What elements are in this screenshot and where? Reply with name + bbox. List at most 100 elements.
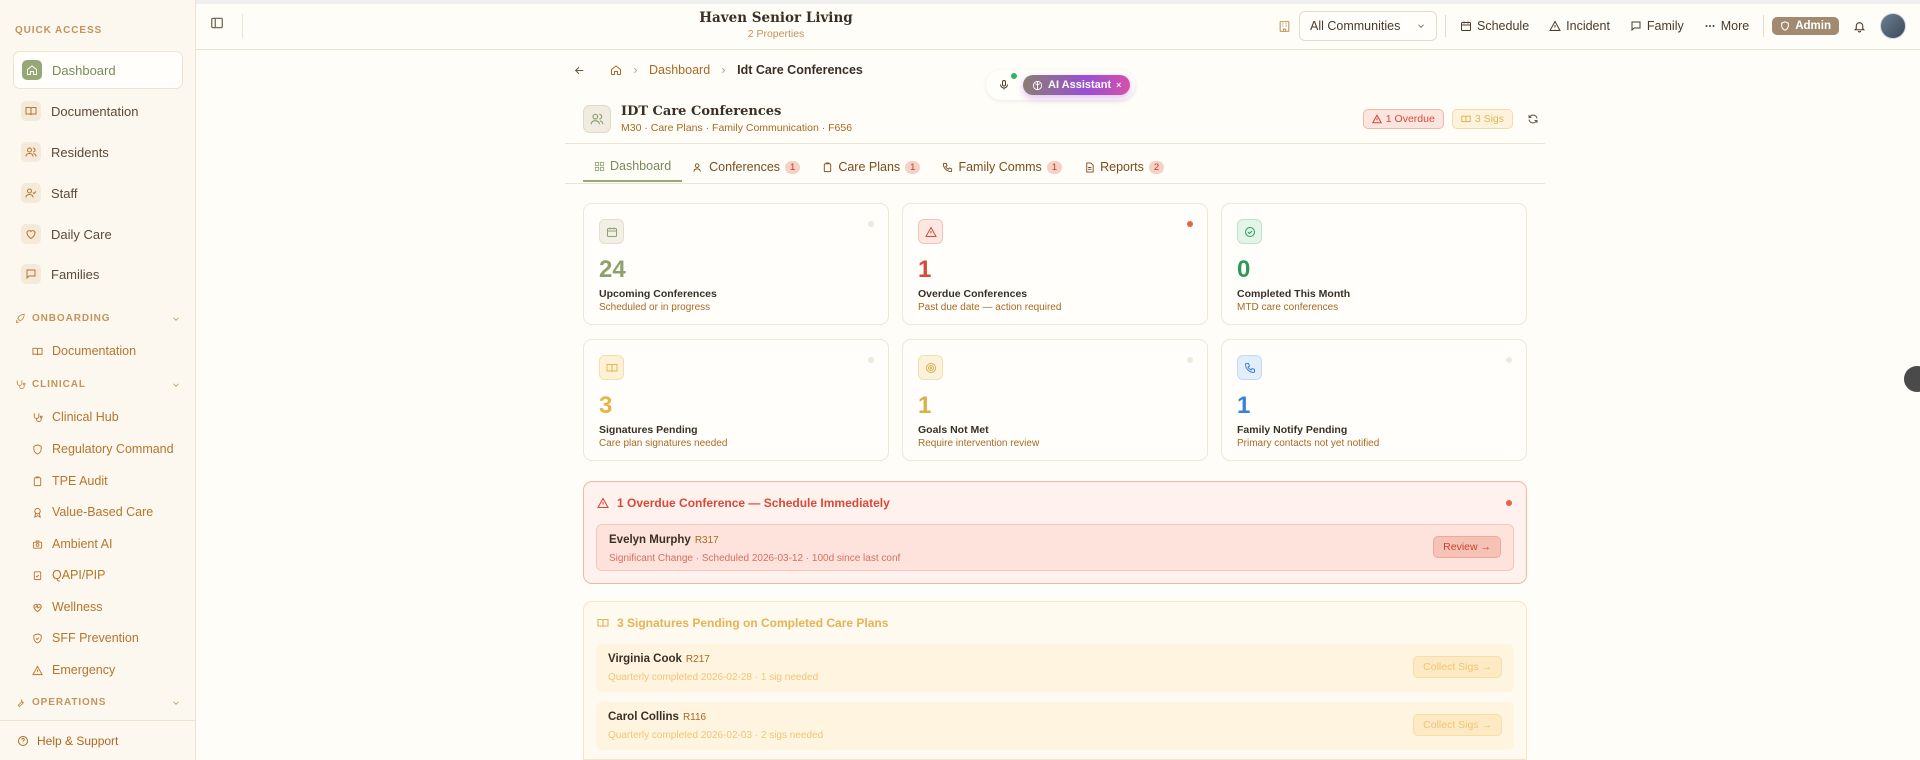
chevron-down-icon: [171, 698, 181, 708]
stat-card-upcoming[interactable]: 24 Upcoming Conferences Scheduled or in …: [583, 203, 889, 325]
sidebar-item-label: Families: [51, 266, 100, 282]
page-header: IDT Care Conferences M30 · Care Plans · …: [583, 101, 1545, 145]
organization-switcher[interactable]: Haven Senior Living 2 Properties: [676, 10, 876, 40]
home-icon[interactable]: [610, 64, 622, 76]
back-arrow-icon[interactable]: [573, 64, 586, 77]
book-open-icon: [597, 617, 609, 629]
sidebar-item-value-based-care[interactable]: Value-Based Care: [32, 501, 182, 523]
operations-section-toggle[interactable]: OPERATIONS: [0, 697, 196, 708]
stat-card-signatures[interactable]: 3 Signatures Pending Care plan signature…: [583, 339, 889, 461]
sidebar-item-label: Documentation: [51, 103, 139, 119]
more-button[interactable]: More: [1698, 11, 1755, 41]
stat-label: Goals Not Met: [918, 424, 989, 436]
avatar[interactable]: [1880, 13, 1906, 39]
onboarding-label: ONBOARDING: [32, 313, 111, 324]
sidebar-item-documentation[interactable]: Documentation: [13, 92, 183, 130]
stat-subtitle: Require intervention review: [918, 438, 1040, 449]
stat-card-overdue[interactable]: 1 Overdue Conferences Past due date — ac…: [902, 203, 1208, 325]
book-icon: [32, 346, 43, 357]
tab-label: Care Plans: [838, 160, 901, 174]
page-title: IDT Care Conferences: [621, 104, 782, 119]
admin-role-badge[interactable]: Admin: [1772, 17, 1839, 35]
divider: [242, 14, 243, 38]
admin-label: Admin: [1795, 20, 1831, 32]
collect-sigs-button[interactable]: Collect Sigs →: [1413, 714, 1502, 736]
alert-triangle-icon: [32, 664, 43, 676]
help-support-link[interactable]: Help & Support: [0, 720, 196, 760]
resident-name-text: Virginia Cook: [608, 653, 682, 665]
notifications-button[interactable]: [1847, 11, 1872, 41]
tab-family-comms[interactable]: Family Comms 1: [931, 152, 1073, 182]
incident-label: Incident: [1566, 19, 1610, 33]
floating-chat-bubble[interactable]: [1904, 366, 1920, 392]
organization-subtitle: 2 Properties: [747, 28, 805, 40]
breadcrumb-dashboard-link[interactable]: Dashboard: [649, 63, 710, 77]
sidebar-item-regulatory-command[interactable]: Regulatory Command: [32, 438, 182, 460]
users-icon: [583, 105, 611, 133]
sidebar-item-emergency[interactable]: Emergency: [32, 659, 182, 681]
sidebar-item-families[interactable]: Families: [13, 255, 183, 293]
incident-button[interactable]: Incident: [1543, 11, 1616, 41]
resident-name-text: Carol Collins: [608, 711, 679, 723]
collect-sigs-button[interactable]: Collect Sigs →: [1413, 656, 1502, 678]
sidebar-toggle-icon[interactable]: [210, 16, 224, 30]
sidebar-item-wellness[interactable]: Wellness: [32, 596, 182, 618]
list-item[interactable]: Virginia Cook R217 Quarterly completed 20…: [596, 644, 1514, 692]
divider: [1445, 15, 1447, 37]
sidebar-item-tpe-audit[interactable]: TPE Audit: [32, 470, 182, 492]
sidebar-item-clinical-hub[interactable]: Clinical Hub: [32, 406, 182, 428]
home-icon: [22, 60, 42, 80]
onboarding-section-toggle[interactable]: ONBOARDING: [0, 313, 196, 324]
users-icon: [693, 162, 704, 173]
review-button[interactable]: Review →: [1433, 536, 1501, 558]
calendar-icon: [599, 219, 624, 244]
signatures-badge[interactable]: 3 Sigs: [1451, 109, 1513, 129]
list-item[interactable]: Carol Collins R116 Quarterly completed 20…: [596, 702, 1514, 750]
tab-care-plans[interactable]: Care Plans 1: [811, 152, 931, 182]
sidebar-item-staff[interactable]: Staff: [13, 174, 183, 212]
panel-heading: 3 Signatures Pending on Completed Care P…: [597, 616, 888, 630]
sidebar-item-qapi-pip[interactable]: QAPI/PIP: [32, 564, 182, 586]
chevron-right-icon: [631, 66, 640, 75]
ai-assistant-button[interactable]: AI Assistant ×: [1023, 75, 1131, 95]
alert-triangle-icon: [597, 497, 609, 509]
ai-assistant-close-icon[interactable]: ×: [1116, 80, 1121, 90]
help-label: Help & Support: [37, 733, 119, 748]
brain-icon: [1032, 80, 1043, 91]
sidebar-item-dashboard[interactable]: Dashboard: [13, 51, 183, 89]
alert-title: 1 Overdue Conference — Schedule Immediat…: [617, 496, 890, 510]
stat-card-goals[interactable]: 1 Goals Not Met Require intervention rev…: [902, 339, 1208, 461]
award-icon: [32, 507, 43, 518]
conference-detail: Significant Change · Scheduled 2026-03-1…: [609, 553, 901, 564]
tab-label: Dashboard: [610, 159, 672, 173]
sidebar-item-daily-care[interactable]: Daily Care: [13, 215, 183, 253]
clinical-label: CLINICAL: [32, 379, 86, 390]
schedule-button[interactable]: Schedule: [1454, 11, 1535, 41]
stat-card-family-notify[interactable]: 1 Family Notify Pending Primary contacts…: [1221, 339, 1527, 461]
message-icon: [1630, 20, 1642, 32]
family-button[interactable]: Family: [1624, 11, 1690, 41]
tab-reports[interactable]: Reports 2: [1073, 152, 1175, 182]
stat-value: 3: [599, 392, 613, 419]
sidebar-item-ambient-ai[interactable]: Ambient AI: [32, 533, 182, 555]
sidebar-item-label: Ambient AI: [52, 537, 113, 551]
rocket-icon: [15, 313, 26, 324]
community-select[interactable]: All Communities: [1299, 11, 1438, 41]
book-open-icon: [1461, 114, 1471, 124]
stat-card-completed[interactable]: 0 Completed This Month MTD care conferen…: [1221, 203, 1527, 325]
signatures-badge-label: 3 Sigs: [1474, 113, 1504, 125]
stethoscope-icon: [15, 379, 26, 390]
microphone-button[interactable]: [991, 73, 1017, 97]
sidebar-item-label: SFF Prevention: [52, 631, 139, 645]
clipboard-icon: [822, 161, 833, 173]
sidebar-item-sff-prevention[interactable]: SFF Prevention: [32, 627, 182, 649]
clinical-section-toggle[interactable]: CLINICAL: [0, 379, 196, 390]
quick-access-label: QUICK ACCESS: [15, 25, 103, 36]
overdue-badge[interactable]: 1 Overdue: [1362, 109, 1444, 129]
tab-conferences[interactable]: Conferences 1: [682, 152, 811, 182]
refresh-button[interactable]: [1521, 107, 1545, 131]
sidebar-item-onboarding-documentation[interactable]: Documentation: [32, 340, 182, 362]
list-item[interactable]: Evelyn Murphy R317 Significant Change · S…: [596, 524, 1514, 571]
sidebar-item-residents[interactable]: Residents: [13, 133, 183, 171]
tab-dashboard[interactable]: Dashboard: [583, 152, 683, 182]
